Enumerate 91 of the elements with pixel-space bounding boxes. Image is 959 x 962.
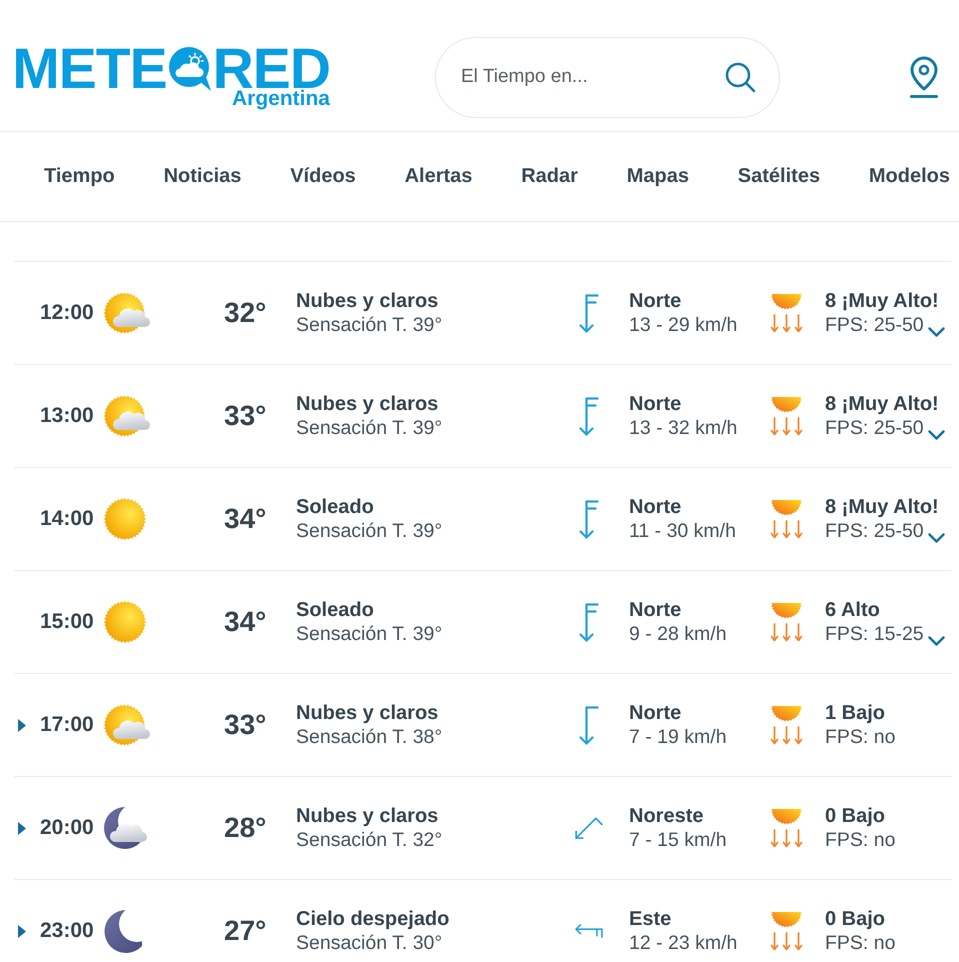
feels-like-label: Sensación T. 39° [296, 622, 444, 646]
sun-cloud-icon [104, 395, 150, 437]
half-sun-arrows-icon [770, 499, 803, 539]
caret-right-icon[interactable] [18, 822, 26, 834]
hour-label: 20:00 [40, 815, 95, 842]
hour-label: 12:00 [40, 300, 95, 326]
half-sun-arrows-icon [770, 808, 803, 848]
chevron-down-icon[interactable] [928, 327, 945, 337]
wind-direction-label: Norte [629, 289, 682, 313]
search-icon[interactable] [725, 62, 756, 92]
wind-speed-label: 13 - 29 km/h [629, 313, 738, 337]
temperature-value: 28° [224, 811, 268, 845]
uv-index-label: 8 ¡Muy Alto! [825, 495, 940, 519]
temperature-value: 34° [224, 502, 268, 536]
caret-right-icon[interactable] [18, 924, 26, 938]
speech-bubble-cloud-icon [168, 46, 212, 92]
condition-label: Nubes y claros [296, 804, 440, 828]
wind-speed-label: 7 - 19 km/h [629, 725, 728, 749]
sun-protection-label: FPS: 25-50 [825, 313, 924, 337]
condition-label: Cielo despejado [296, 907, 450, 931]
wind-direction-label: Este [629, 907, 672, 931]
nav-link[interactable]: Modelos [868, 160, 950, 192]
uv-index-label: 1 Bajo [825, 701, 886, 725]
sun-icon [104, 601, 146, 643]
wind-direction-label: Norte [629, 495, 682, 519]
uv-index-label: 6 Alto [825, 598, 881, 622]
half-sun-arrows-icon [770, 602, 803, 642]
sun-protection-label: FPS: no [825, 725, 896, 749]
nav-link[interactable]: Radar [521, 160, 578, 192]
wind-direction-label: Noreste [629, 804, 704, 828]
sun-protection-label: FPS: 15-25 [825, 622, 924, 646]
nav-link[interactable]: Noticias [164, 160, 242, 192]
uv-index-label: 8 ¡Muy Alto! [825, 289, 940, 313]
hour-label: 14:00 [40, 506, 95, 532]
chevron-down-icon[interactable] [928, 533, 945, 543]
moon-icon [104, 910, 142, 952]
condition-label: Nubes y claros [296, 392, 440, 416]
feels-like-label: Sensación T. 39° [296, 416, 444, 440]
sun-protection-label: FPS: 25-50 [825, 416, 924, 440]
half-sun-arrows-icon [770, 293, 803, 333]
sun-protection-label: FPS: 25-50 [825, 519, 924, 543]
half-sun-arrows-icon [770, 911, 803, 951]
condition-label: Nubes y claros [296, 701, 440, 725]
uv-index-label: 0 Bajo [825, 907, 886, 931]
condition-label: Soleado [296, 598, 375, 622]
temperature-value: 33° [224, 708, 268, 742]
wind-direction-label: Norte [629, 701, 682, 725]
temperature-value: 27° [224, 914, 268, 948]
wind-speed-label: 9 - 28 km/h [629, 622, 728, 646]
feels-like-label: Sensación T. 38° [296, 725, 444, 749]
search-field[interactable]: El Tiempo en... [435, 36, 780, 118]
feels-like-label: Sensación T. 30° [296, 931, 444, 955]
sun-protection-label: FPS: no [825, 931, 896, 955]
nav-link[interactable]: Alertas [404, 160, 472, 192]
hour-label: 23:00 [40, 918, 95, 944]
hour-label: 15:00 [40, 609, 95, 636]
caret-right-icon[interactable] [18, 718, 26, 732]
temperature-value: 33° [224, 399, 268, 433]
uv-index-label: 8 ¡Muy Alto! [825, 392, 940, 416]
wind-speed-label: 12 - 23 km/h [629, 931, 738, 955]
temperature-value: 34° [224, 605, 268, 639]
temperature-value: 32° [224, 296, 268, 330]
nav-link[interactable]: Mapas [626, 160, 689, 192]
feels-like-label: Sensación T. 32° [296, 828, 444, 852]
moon-cloud-icon [104, 807, 147, 849]
hour-label: 17:00 [40, 712, 95, 738]
sun-cloud-icon [104, 704, 150, 746]
sun-icon [104, 498, 146, 540]
sun-protection-label: FPS: no [825, 828, 896, 852]
logo-text: METE [12, 44, 167, 92]
chevron-down-icon[interactable] [928, 636, 945, 646]
nav-link[interactable]: Vídeos [290, 160, 356, 192]
nav-link[interactable]: Satélites [738, 160, 820, 192]
wind-speed-label: 11 - 30 km/h [629, 519, 737, 543]
condition-label: Nubes y claros [296, 289, 440, 313]
chevron-down-icon[interactable] [928, 430, 945, 440]
wind-speed-label: 13 - 32 km/h [629, 416, 738, 440]
logo-subtitle: Argentina [232, 88, 330, 110]
hour-label: 13:00 [40, 403, 95, 430]
wind-direction-label: Norte [629, 598, 682, 622]
half-sun-arrows-icon [770, 396, 803, 436]
nav-link[interactable]: Tiempo [44, 160, 115, 192]
wind-speed-label: 7 - 15 km/h [629, 828, 728, 852]
uv-index-label: 0 Bajo [825, 804, 886, 828]
location-pin-icon[interactable] [907, 56, 941, 98]
feels-like-label: Sensación T. 39° [296, 519, 444, 543]
feels-like-label: Sensación T. 39° [296, 313, 444, 337]
sun-cloud-icon [104, 292, 150, 334]
wind-direction-label: Norte [629, 392, 682, 416]
condition-label: Soleado [296, 495, 375, 519]
half-sun-arrows-icon [770, 705, 803, 745]
